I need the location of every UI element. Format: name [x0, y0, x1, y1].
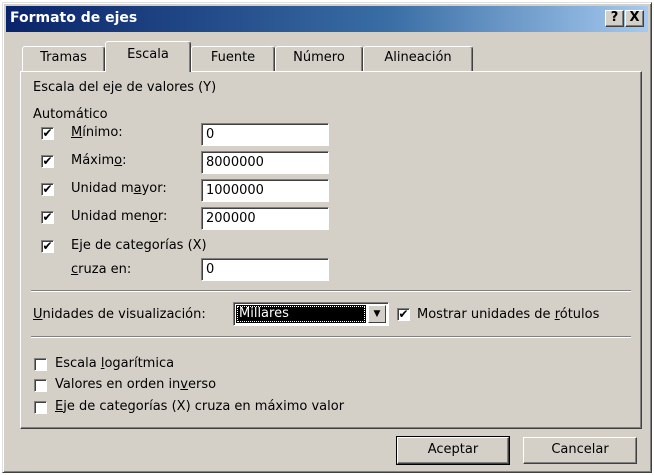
major-unit-auto-checkbox[interactable]: ✔	[41, 183, 54, 196]
max-input[interactable]: 8000000	[201, 151, 329, 174]
cross-label: Eje de categorías (X)	[71, 238, 207, 253]
close-button[interactable]: X	[625, 10, 644, 27]
separator-bottom	[31, 336, 631, 338]
tab-fuente[interactable]: Fuente	[191, 46, 275, 71]
reverse-order-label: Valores en orden inverso	[55, 377, 217, 392]
separator-top	[31, 290, 631, 292]
minor-unit-auto-checkbox[interactable]: ✔	[41, 211, 54, 224]
cross-at-input[interactable]: 0	[201, 258, 329, 281]
scale-panel: Escala del eje de valores (Y) Automático…	[20, 71, 642, 429]
scale-heading: Escala del eje de valores (Y)	[33, 80, 217, 95]
max-auto-checkbox[interactable]: ✔	[41, 155, 54, 168]
cross-at-max-checkbox[interactable]	[34, 401, 47, 414]
display-units-label: Unidades de visualización:	[33, 307, 206, 322]
minor-unit-label: Unidad menor:	[71, 209, 168, 224]
major-unit-input[interactable]: 1000000	[201, 179, 329, 202]
title-bar: Formato de ejes ? X	[6, 6, 648, 32]
tab-alineacion[interactable]: Alineación	[363, 46, 473, 71]
min-input[interactable]: 0	[201, 123, 329, 146]
reverse-order-checkbox[interactable]	[34, 379, 47, 392]
min-label: Mínimo:	[71, 125, 123, 140]
major-unit-label: Unidad mayor:	[71, 181, 167, 196]
log-scale-label: Escala logarítmica	[55, 356, 175, 371]
show-units-label: Mostrar unidades de rótulos	[417, 307, 600, 322]
help-button[interactable]: ?	[605, 10, 624, 27]
log-scale-checkbox[interactable]	[34, 358, 47, 371]
dialog-title: Formato de ejes	[10, 10, 138, 26]
min-auto-checkbox[interactable]: ✔	[41, 127, 54, 140]
max-label: Máximo:	[71, 153, 127, 168]
minor-unit-input[interactable]: 200000	[201, 207, 329, 230]
show-units-label-checkbox[interactable]: ✔	[397, 308, 410, 321]
auto-label: Automático	[33, 107, 108, 122]
display-units-value: Millares	[236, 305, 366, 323]
tab-tramas[interactable]: Tramas	[22, 46, 105, 71]
cross-at-label: cruza en:	[71, 262, 132, 277]
tab-escala[interactable]: Escala	[105, 41, 191, 72]
ok-button[interactable]: Aceptar	[396, 436, 510, 465]
cancel-button[interactable]: Cancelar	[523, 437, 637, 464]
tab-numero[interactable]: Número	[275, 46, 363, 71]
cross-at-max-label: Eje de categorías (X) cruza en máximo va…	[55, 399, 345, 414]
cross-auto-checkbox[interactable]: ✔	[41, 240, 54, 253]
display-units-select[interactable]: Millares ▼	[233, 302, 389, 326]
chevron-down-icon[interactable]: ▼	[368, 305, 386, 323]
